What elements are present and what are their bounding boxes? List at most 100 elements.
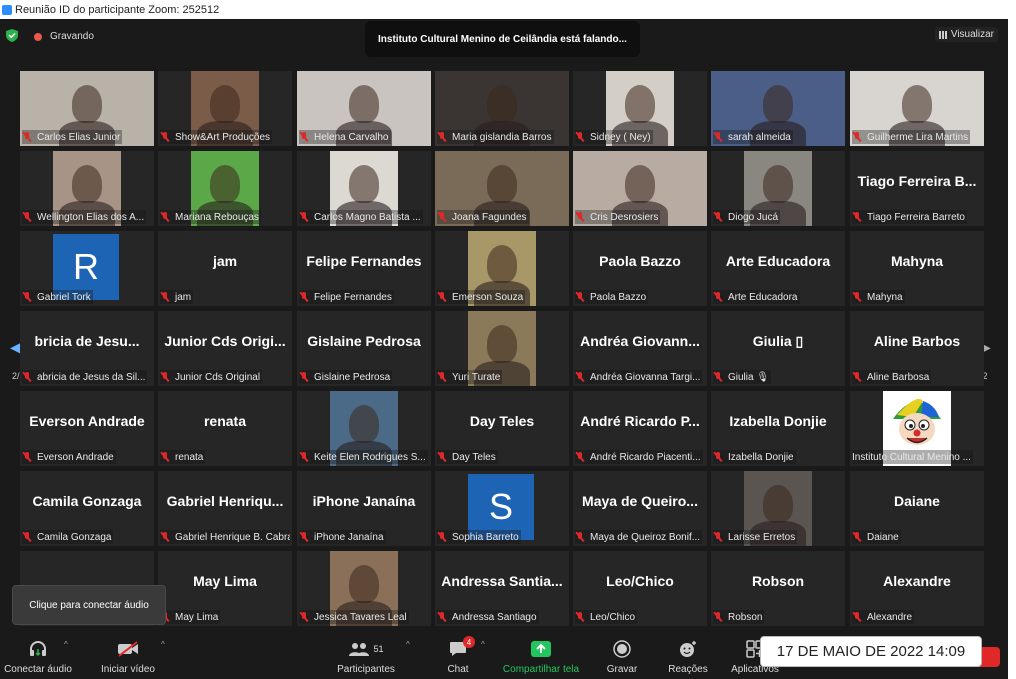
muted-mic-icon [575, 452, 585, 462]
participant-tile[interactable]: Felipe Fernandes Felipe Fernandes [297, 231, 431, 306]
shield-icon[interactable] [6, 29, 18, 42]
participant-tile[interactable]: bricia de Jesu... abricia de Jesus da Sil… [20, 311, 154, 386]
participant-name-label: abricia de Jesus da Sil... [22, 370, 148, 384]
chat-icon: 4 [447, 636, 475, 659]
participant-name-label: Mahyna [852, 290, 905, 304]
participant-name: Day Teles [452, 451, 496, 463]
participant-tile[interactable]: Day Teles Day Teles [435, 391, 569, 466]
participant-tile[interactable]: May Lima May Lima [158, 551, 292, 626]
participant-tile[interactable]: Emerson Souza [435, 231, 569, 306]
participant-tile[interactable]: Maya de Queiro... Maya de Queiroz Bonif..… [573, 471, 707, 546]
participant-tile[interactable]: Guilherme Lira Martins [850, 71, 984, 146]
muted-mic-icon [437, 292, 447, 302]
share-screen-button[interactable]: Compartilhar tela [498, 632, 584, 679]
participant-tile[interactable]: Mariana Rebouças [158, 151, 292, 226]
audio-caret-icon[interactable]: ^ [64, 640, 68, 649]
participant-name: Andressa Santiago [452, 611, 537, 623]
chat-caret-icon[interactable]: ^ [481, 640, 485, 649]
view-button[interactable]: Visualizar [934, 27, 998, 42]
participant-tile[interactable]: Carlos Elias Junior [20, 71, 154, 146]
participant-tile[interactable]: Andréa Giovann... Andréa Giovanna Targi..… [573, 311, 707, 386]
recording-indicator[interactable]: Gravando [34, 31, 94, 42]
participant-tile[interactable]: Jessica Tavares Leal [297, 551, 431, 626]
participant-tile[interactable]: iPhone Janaína iPhone Janaína [297, 471, 431, 546]
participant-name-label: Gabriel Tork [22, 290, 93, 304]
participant-name: renata [175, 451, 204, 463]
participant-name: Joana Fagundes [452, 211, 527, 223]
participant-name-label: Everson Andrade [22, 450, 116, 464]
participant-tile[interactable]: Show&Art Produções [158, 71, 292, 146]
participant-tile[interactable]: Alexandre Alexandre [850, 551, 984, 626]
participant-name-label: Carlos Elias Junior [22, 130, 123, 144]
chat-button[interactable]: 4 Chat [440, 632, 476, 679]
participant-tile[interactable]: Larisse Erretos [711, 471, 845, 546]
participant-tile[interactable]: Paola Bazzo Paola Bazzo [573, 231, 707, 306]
participant-tile[interactable]: Helena Carvalho [297, 71, 431, 146]
participant-tile[interactable]: Carlos Magno Batista ... [297, 151, 431, 226]
participant-silhouette [349, 405, 379, 443]
participant-tile[interactable]: Diogo Jucá [711, 151, 845, 226]
participant-tile[interactable]: Everson Andrade Everson Andrade [20, 391, 154, 466]
participant-tile[interactable]: Giulia ▯ Giulia 🎙 [711, 311, 845, 386]
participant-tile[interactable]: Aline Barbos Aline Barbosa [850, 311, 984, 386]
participant-name: Aline Barbosa [867, 371, 930, 383]
muted-mic-icon [160, 292, 170, 302]
participants-caret-icon[interactable]: ^ [406, 640, 410, 649]
participant-tile[interactable]: Instituto Cultural Menino ... [850, 391, 984, 466]
participant-name: Andréa Giovanna Targi... [590, 371, 701, 383]
muted-mic-icon [22, 452, 32, 462]
participant-name-label: Junior Cds Original [160, 370, 263, 384]
start-video-button[interactable]: Iniciar vídeo [95, 632, 161, 679]
video-caret-icon[interactable]: ^ [161, 640, 165, 649]
participant-name: Instituto Cultural Menino ... [852, 451, 971, 463]
participant-name: Mahyna [867, 291, 903, 303]
participant-tile[interactable]: S Sophia Barreto [435, 471, 569, 546]
participant-tile[interactable]: sarah almeida [711, 71, 845, 146]
participant-tile[interactable]: Junior Cds Origi... Junior Cds Original [158, 311, 292, 386]
participant-name-label: Keite Elen Rodrigues S... [299, 450, 428, 464]
participant-tile[interactable]: jam jam [158, 231, 292, 306]
participant-tile[interactable]: Leo/Chico Leo/Chico [573, 551, 707, 626]
participant-tile[interactable]: Maria gislandia Barros [435, 71, 569, 146]
participant-name-label: Emerson Souza [437, 290, 526, 304]
participant-silhouette [763, 85, 793, 123]
participant-tile[interactable]: renata renata [158, 391, 292, 466]
participant-tile[interactable]: Wellington Elias dos A... [20, 151, 154, 226]
muted-mic-icon [437, 132, 447, 142]
participant-name-label: Camila Gonzaga [22, 530, 114, 544]
muted-mic-icon [22, 212, 32, 222]
participant-name-label: Giulia 🎙 [713, 370, 772, 384]
speaking-banner: Instituto Cultural Menino de Ceilândia e… [365, 21, 640, 57]
participant-name: Sidney ( Ney) [590, 131, 651, 143]
muted-mic-icon [575, 132, 585, 142]
participant-tile[interactable]: Cris Desrosiers [573, 151, 707, 226]
participant-tile[interactable]: Robson Robson [711, 551, 845, 626]
participant-tile[interactable]: Joana Fagundes [435, 151, 569, 226]
participant-tile[interactable]: Gislaine Pedrosa Gislaine Pedrosa [297, 311, 431, 386]
participant-tile[interactable]: Daiane Daiane [850, 471, 984, 546]
participant-tile[interactable]: Mahyna Mahyna [850, 231, 984, 306]
chat-label: Chat [447, 664, 469, 675]
record-dot-icon [34, 32, 42, 41]
participant-tile[interactable]: R Gabriel Tork [20, 231, 154, 306]
participant-tile[interactable]: Andressa Santia... Andressa Santiago [435, 551, 569, 626]
participant-name-label: Tiago Ferreira Barreto [852, 210, 967, 224]
participant-tile[interactable]: Yuri Turate [435, 311, 569, 386]
participant-tile[interactable]: Gabriel Henriqu... Gabriel Henrique B. Ca… [158, 471, 292, 546]
window-titlebar: Reunião ID do participante Zoom: 252512 [0, 0, 1016, 19]
participant-tile[interactable]: Arte Educadora Arte Educadora [711, 231, 845, 306]
participant-tile[interactable]: André Ricardo P... André Ricardo Piacenti… [573, 391, 707, 466]
record-button[interactable]: Gravar [602, 632, 642, 679]
participant-tile[interactable]: Tiago Ferreira B... Tiago Ferreira Barret… [850, 151, 984, 226]
participant-tile[interactable]: Izabella Donjie Izabella Donjie [711, 391, 845, 466]
participant-name-label: Andressa Santiago [437, 610, 539, 624]
participant-tile[interactable]: Sidney ( Ney) [573, 71, 707, 146]
reactions-button[interactable]: Reações [666, 632, 710, 679]
participant-tile[interactable]: Keite Elen Rodrigues S... [297, 391, 431, 466]
participant-name-label: renata [160, 450, 206, 464]
participant-name: sarah almeida [728, 131, 791, 143]
participant-tile[interactable]: Camila Gonzaga Camila Gonzaga [20, 471, 154, 546]
participants-button[interactable]: 51 Participantes [334, 632, 398, 679]
participant-name-label: Instituto Cultural Menino ... [852, 450, 973, 464]
participant-display-name: Izabella Donjie [729, 413, 827, 429]
